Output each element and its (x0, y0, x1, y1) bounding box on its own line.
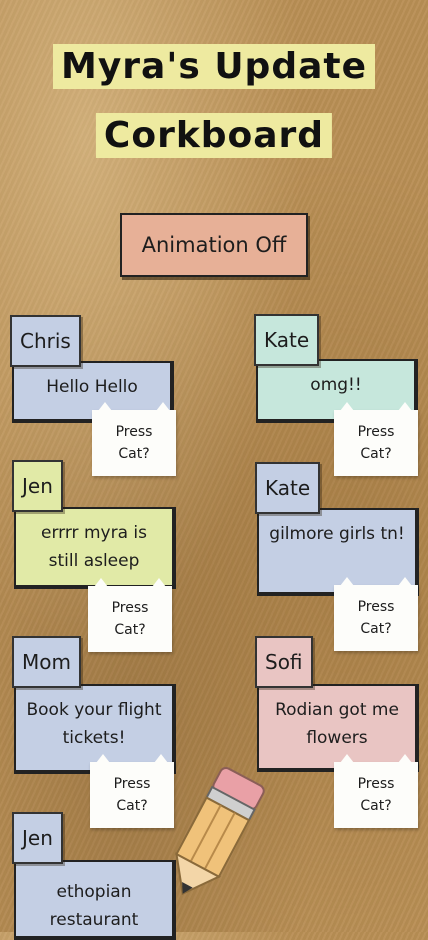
note-message: Hello Hello (46, 377, 138, 397)
note-message: errrr myra is still asleep (41, 523, 147, 571)
note-message: omg!! (310, 375, 362, 395)
press-cat-button[interactable]: Press Cat? (334, 577, 418, 651)
note-author-tab: Kate (255, 462, 321, 514)
pencil-icon[interactable] (150, 760, 280, 910)
press-cat-label: Press (111, 600, 149, 616)
note-author-tab: Kate (254, 314, 320, 366)
press-cat-button[interactable]: Press Cat? (334, 754, 418, 828)
note-message: Book your flight tickets! (26, 700, 162, 748)
note-author-tab: Jen (12, 812, 63, 864)
page-title-line-1: Myra's Update (52, 44, 376, 89)
press-cat-label: Cat? (360, 446, 392, 462)
note-author-tab: Sofi (255, 636, 313, 688)
press-cat-label: Press (357, 776, 395, 792)
note-author-tab: Chris (10, 315, 81, 367)
press-cat-label: Cat? (360, 798, 392, 814)
press-cat-label: Cat? (360, 621, 392, 637)
press-cat-label: Cat? (118, 446, 150, 462)
note-author-tab: Mom (12, 636, 81, 688)
note-message: gilmore girls tn! (269, 524, 405, 544)
press-cat-button[interactable]: Press Cat? (88, 578, 172, 652)
note-message: Rodian got me flowers (275, 700, 399, 748)
animation-toggle-button[interactable]: Animation Off (120, 213, 308, 277)
note-author-tab: Jen (12, 460, 63, 512)
note-card: gilmore girls tn! (257, 508, 419, 596)
press-cat-label: Press (115, 424, 153, 440)
press-cat-label: Press (357, 424, 395, 440)
press-cat-label: Cat? (114, 622, 146, 638)
press-cat-label: Press (357, 599, 395, 615)
page-title-line-2: Corkboard (95, 113, 333, 158)
note-message: ethopian restaurant (49, 882, 139, 930)
press-cat-label: Press (113, 776, 151, 792)
press-cat-button[interactable]: Press Cat? (334, 402, 418, 476)
press-cat-label: Cat? (116, 798, 148, 814)
note-card: errrr myra is still asleep (14, 507, 176, 589)
note-card: Rodian got me flowers (257, 684, 419, 772)
press-cat-button[interactable]: Press Cat? (92, 402, 176, 476)
